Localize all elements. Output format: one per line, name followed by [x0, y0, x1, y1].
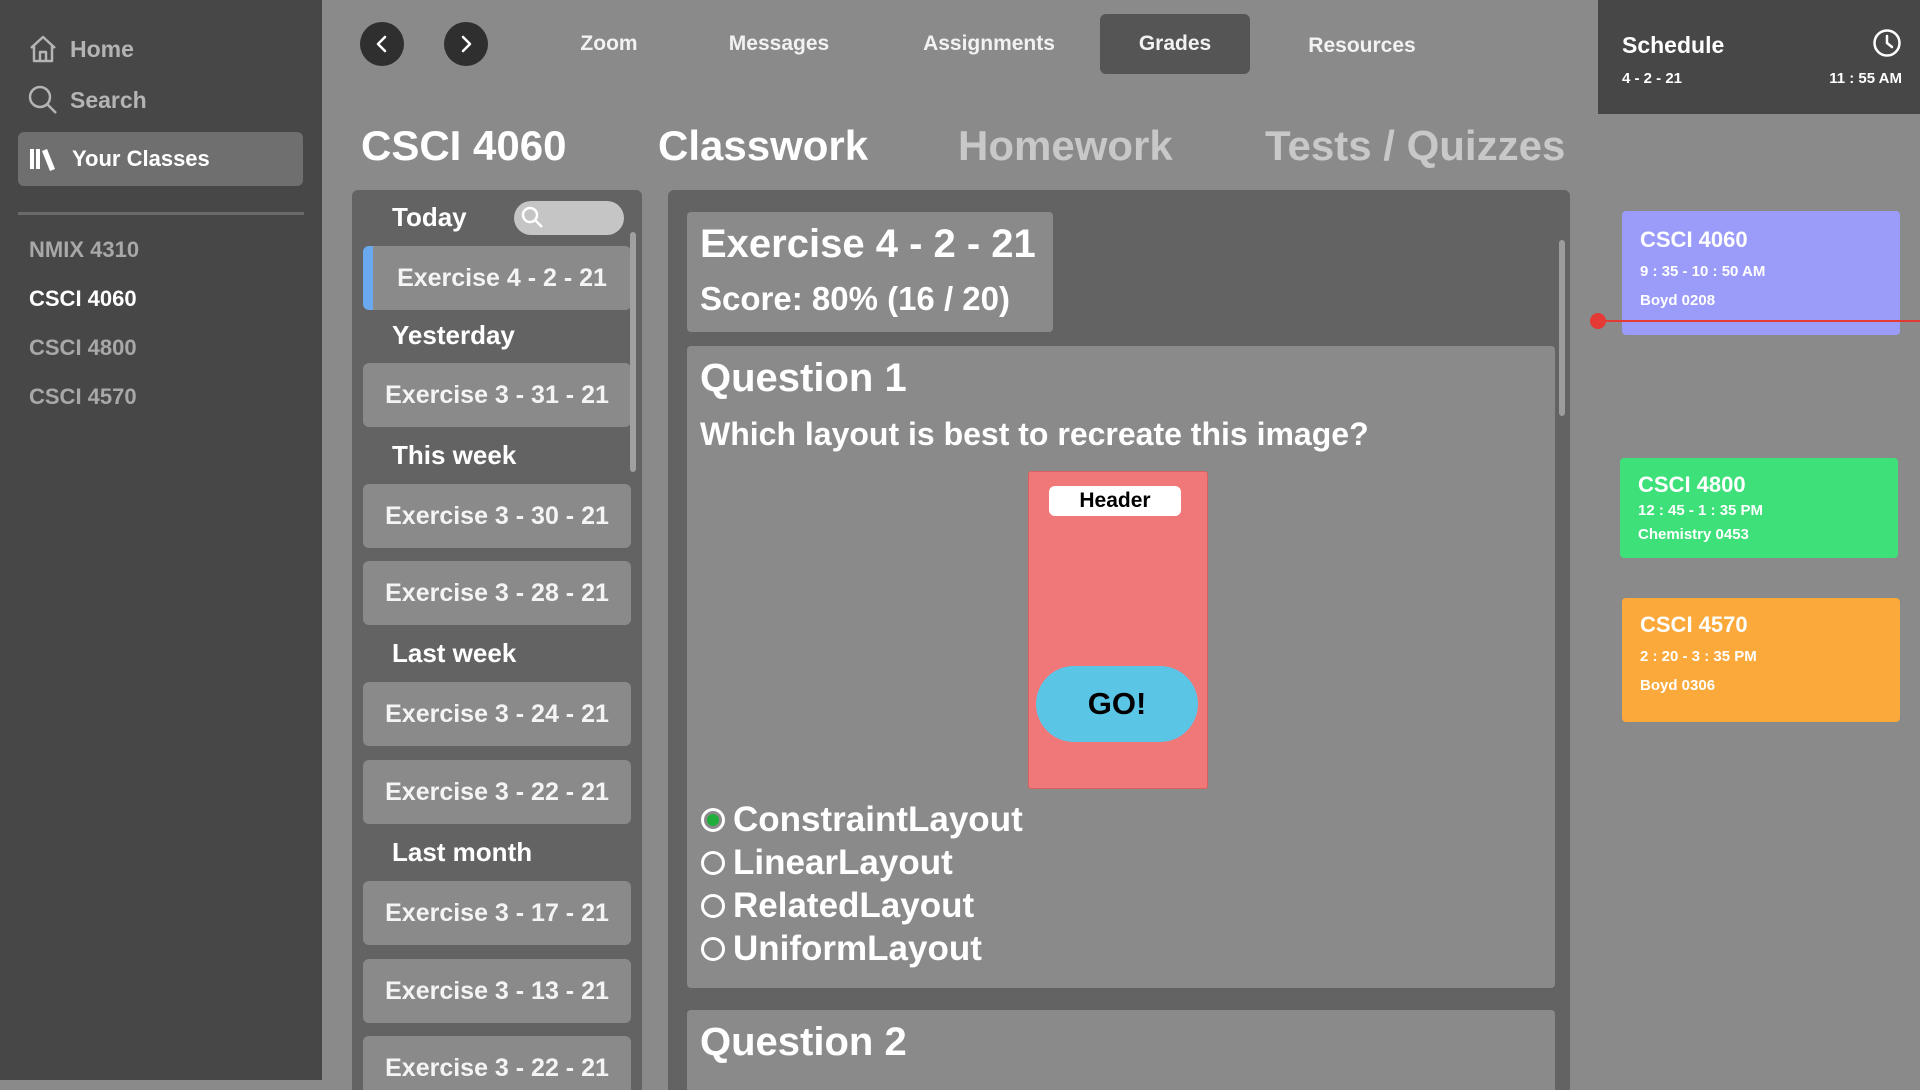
- schedule-class-name: CSCI 4800: [1638, 472, 1746, 497]
- tab-messages[interactable]: Messages: [700, 14, 858, 74]
- course-title: CSCI 4060: [361, 122, 567, 169]
- group-label-yesterday: Yesterday: [392, 320, 515, 350]
- tab-homework[interactable]: Homework: [958, 122, 1173, 170]
- schedule-title: Schedule: [1622, 32, 1725, 58]
- list-scrollbar[interactable]: [630, 232, 636, 472]
- exercise-item[interactable]: Exercise 3 - 28 - 21: [363, 561, 631, 625]
- sidebar-class-csci-4060[interactable]: CSCI 4060: [29, 286, 137, 312]
- chevron-left-icon: [376, 35, 387, 53]
- chevron-right-icon: [461, 35, 472, 53]
- sidebar-class-nmix-4310[interactable]: NMIX 4310: [29, 237, 139, 263]
- tab-assignments[interactable]: Assignments: [894, 14, 1084, 74]
- exercise-score: Score: 80% (16 / 20): [700, 280, 1010, 317]
- exercise-item[interactable]: Exercise 3 - 30 - 21: [363, 484, 631, 548]
- question-1-text: Which layout is best to recreate this im…: [700, 416, 1369, 452]
- exercise-list: Today Exercise 4 - 2 - 21 Yesterday Exer…: [352, 190, 642, 1090]
- answer-option[interactable]: ConstraintLayout: [701, 800, 1023, 840]
- option-label: ConstraintLayout: [733, 800, 1023, 839]
- group-label-this-week: This week: [392, 440, 517, 470]
- question-2-card: Question 2: [687, 1010, 1555, 1090]
- list-search-input[interactable]: [514, 201, 624, 235]
- tab-tests-quizzes[interactable]: Tests / Quizzes: [1265, 122, 1565, 170]
- schedule-class-card[interactable]: CSCI 4800 12 : 45 - 1 : 35 PM Chemistry …: [1620, 458, 1898, 558]
- exercise-item[interactable]: Exercise 3 - 17 - 21: [363, 881, 631, 945]
- layout-mock-image: Header GO!: [1028, 471, 1208, 789]
- library-books-icon: [30, 149, 55, 171]
- schedule-class-time: 12 : 45 - 1 : 35 PM: [1638, 502, 1764, 519]
- exercise-item[interactable]: Exercise 4 - 2 - 21: [363, 246, 631, 310]
- back-button[interactable]: [360, 22, 404, 66]
- schedule-class-name: CSCI 4060: [1640, 227, 1748, 252]
- group-label-last-week: Last week: [392, 638, 517, 668]
- exercise-item[interactable]: Exercise 3 - 22 - 21: [363, 760, 631, 824]
- search-icon: [28, 85, 57, 114]
- schedule-class-room: Boyd 0208: [1640, 292, 1716, 309]
- forward-button[interactable]: [444, 22, 488, 66]
- exercise-item[interactable]: Exercise 3 - 31 - 21: [363, 363, 631, 427]
- main-content: Zoom Messages Assignments Grades Resourc…: [322, 0, 1598, 1090]
- schedule-class-card[interactable]: CSCI 4060 9 : 35 - 10 : 50 AM Boyd 0208: [1622, 211, 1900, 335]
- answer-option[interactable]: LinearLayout: [701, 843, 953, 883]
- sidebar-class-csci-4800[interactable]: CSCI 4800: [29, 335, 137, 361]
- schedule-class-room: Boyd 0306: [1640, 677, 1716, 694]
- detail-scrollbar[interactable]: [1559, 240, 1565, 416]
- exercise-item[interactable]: Exercise 3 - 24 - 21: [363, 682, 631, 746]
- your-classes-button[interactable]: Your Classes: [18, 132, 303, 186]
- option-label: LinearLayout: [733, 843, 953, 882]
- schedule-class-card[interactable]: CSCI 4570 2 : 20 - 3 : 35 PM Boyd 0306: [1622, 598, 1900, 722]
- search-icon: [521, 206, 543, 228]
- tab-zoom[interactable]: Zoom: [548, 14, 670, 74]
- exercise-item[interactable]: Exercise 3 - 13 - 21: [363, 959, 631, 1023]
- group-label-today: Today: [392, 202, 467, 232]
- option-label: UniformLayout: [733, 929, 982, 968]
- schedule-class-name: CSCI 4570: [1640, 612, 1748, 637]
- schedule-date: 4 - 2 - 21: [1622, 70, 1683, 87]
- question-2-title: Question 2: [700, 1020, 907, 1064]
- radio-unselected[interactable]: [701, 894, 725, 918]
- exercise-detail-panel: Exercise 4 - 2 - 21 Score: 80% (16 / 20)…: [668, 190, 1570, 1090]
- score-card: Exercise 4 - 2 - 21 Score: 80% (16 / 20): [687, 212, 1053, 332]
- answer-option[interactable]: UniformLayout: [701, 929, 982, 969]
- schedule-panel: Schedule 4 - 2 - 21 11 : 55 AM CSCI 4060…: [1590, 0, 1920, 1080]
- mock-header: Header: [1049, 486, 1181, 516]
- radio-unselected[interactable]: [701, 937, 725, 961]
- search-link[interactable]: Search: [28, 82, 147, 118]
- sidebar-divider: [18, 212, 304, 215]
- exercise-title: Exercise 4 - 2 - 21: [700, 222, 1036, 266]
- left-sidebar: Home Search Your Classes NMIX 4310 CSCI …: [0, 0, 322, 1080]
- home-icon: [30, 35, 56, 63]
- group-label-last-month: Last month: [392, 837, 533, 867]
- current-time-dot: [1590, 313, 1606, 329]
- schedule-header: Schedule 4 - 2 - 21 11 : 55 AM: [1598, 0, 1920, 114]
- your-classes-label: Your Classes: [72, 146, 210, 171]
- radio-unselected[interactable]: [701, 851, 725, 875]
- schedule-time: 11 : 55 AM: [1829, 70, 1902, 87]
- clock-icon: [1873, 29, 1901, 57]
- home-label: Home: [70, 35, 134, 62]
- search-label: Search: [70, 86, 147, 113]
- tab-resources[interactable]: Resources: [1282, 16, 1442, 76]
- tab-classwork[interactable]: Classwork: [658, 122, 868, 170]
- radio-selected[interactable]: [701, 808, 725, 832]
- answer-option[interactable]: RelatedLayout: [701, 886, 974, 926]
- sidebar-class-csci-4570[interactable]: CSCI 4570: [29, 384, 137, 410]
- home-link[interactable]: Home: [28, 31, 134, 67]
- exercise-item[interactable]: Exercise 3 - 22 - 21: [363, 1036, 631, 1090]
- schedule-class-room: Chemistry 0453: [1638, 526, 1749, 543]
- schedule-class-time: 9 : 35 - 10 : 50 AM: [1640, 263, 1766, 280]
- mock-go-button: GO!: [1036, 666, 1198, 742]
- question-1-card: Question 1 Which layout is best to recre…: [687, 346, 1555, 988]
- tab-grades[interactable]: Grades: [1100, 14, 1250, 74]
- question-1-title: Question 1: [700, 356, 907, 400]
- schedule-class-time: 2 : 20 - 3 : 35 PM: [1640, 648, 1757, 665]
- option-label: RelatedLayout: [733, 886, 975, 925]
- current-time-line: [1598, 320, 1920, 322]
